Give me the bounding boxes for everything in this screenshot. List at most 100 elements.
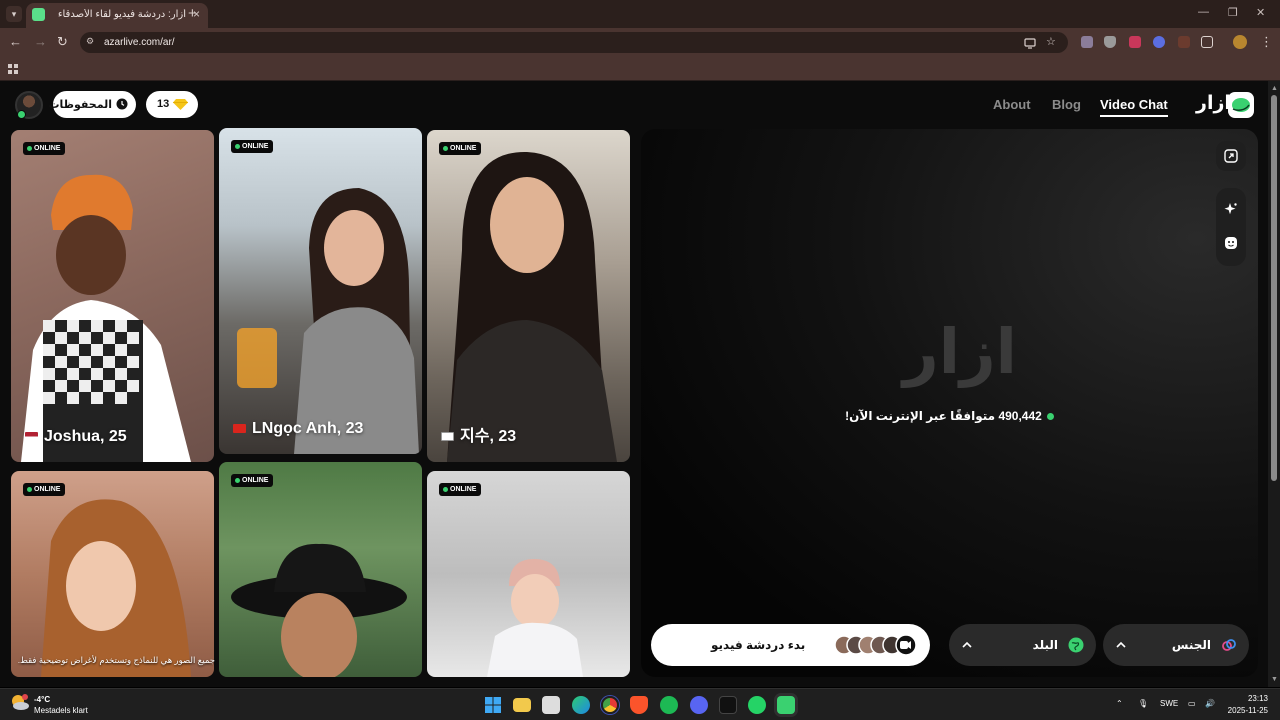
new-tab-button[interactable]: + [188,5,197,22]
profile-photo [231,543,407,677]
keyboard-language[interactable]: SWE [1160,699,1178,708]
video-chat-panel: ازار 490,442 متوافقًا عبر الإنترنت الآن! [641,129,1258,677]
sparkle-effects-icon[interactable] [1224,202,1238,216]
weather-moon-cloud-icon [12,694,29,710]
windows-taskbar: -4°C Mestadels klart ⌃ 🎙 SWE ▭ 🔊 23:13 2… [0,688,1280,720]
maximize-button[interactable]: ❐ [1228,6,1238,19]
online-users-count: 490,442 متوافقًا عبر الإنترنت الآن! [641,409,1258,423]
profile-card[interactable]: ONLINE Joshua, 25 [11,130,214,462]
windows-start-icon[interactable] [484,696,502,714]
weather-desc: Mestadels klart [34,706,88,715]
page-scrollbar[interactable]: ▲ ▼ [1268,81,1280,687]
nav-video-chat[interactable]: Video Chat [1100,97,1168,117]
country-filter[interactable]: البلد [949,624,1096,666]
spotify-icon[interactable] [660,696,678,714]
brave-icon[interactable] [630,696,648,714]
gender-filter[interactable]: الجنس [1103,624,1249,666]
profile-photo [447,151,617,462]
online-dot-icon [1046,413,1054,421]
network-icon[interactable]: ▭ [1188,699,1196,708]
online-badge: ONLINE [439,483,482,496]
discord-icon[interactable] [690,696,708,714]
user-avatar[interactable] [15,91,43,119]
minimize-button[interactable]: — [1198,6,1209,18]
profile-name: Joshua, 25 [25,428,127,446]
nav-about[interactable]: About [993,97,1031,112]
favicon-icon [32,8,45,21]
saved-button[interactable]: المحفوظات [48,91,136,118]
tab-search-button[interactable]: ▾ [6,6,22,22]
azar-app-icon[interactable] [777,696,795,714]
site-info-icon[interactable]: ⚙ [86,36,98,48]
system-clock[interactable]: 23:13 2025-11-25 [1228,693,1268,717]
profile-avatar-icon[interactable] [1233,35,1247,49]
users-avatar-stack [834,634,918,660]
profile-photo [41,499,191,677]
start-video-chat-button[interactable]: بدء دردشة فيديو [651,624,930,666]
saved-label: المحفوظات [48,99,112,111]
cast-icon[interactable] [1024,36,1036,49]
country-filter-label: البلد [1032,638,1058,652]
vn-flag-icon [233,424,246,434]
clock-icon [116,98,128,110]
profile-photo [487,559,583,677]
online-badge: ONLINE [23,142,66,155]
face-filter-icon[interactable] [1224,236,1238,250]
edge-icon[interactable] [572,696,590,714]
profile-photo [237,188,419,454]
whatsapp-icon[interactable] [748,696,766,714]
fullscreen-button[interactable] [1216,141,1246,171]
tab-title: أزار: دردشة فيديو لقاء الأصدقاء [58,9,186,20]
azar-logo-icon[interactable] [1228,92,1254,118]
online-badge: ONLINE [23,483,66,496]
nav-blog[interactable]: Blog [1052,97,1081,112]
address-bar[interactable]: ⚙ azarlive.com/ar/ ☆ [80,32,1068,53]
forward-icon[interactable]: → [34,34,47,49]
scrollbar-thumb[interactable] [1271,95,1277,481]
profile-card[interactable]: ONLINE [427,471,630,677]
gems-button[interactable]: 13 [146,91,198,118]
menu-dots-icon[interactable]: ⋮ [1260,34,1273,50]
start-video-chat-label: بدء دردشة فيديو [711,638,806,652]
close-window-button[interactable]: ✕ [1256,6,1265,19]
microphone-icon[interactable]: 🎙 [1138,699,1148,708]
profile-photo [21,174,191,462]
apps-grid-icon[interactable] [8,62,19,80]
tray-chevron-icon[interactable]: ⌃ [1116,699,1123,708]
scroll-down-icon[interactable]: ▼ [1271,676,1278,683]
browser-toolbar: ← → ↻ ⚙ azarlive.com/ar/ ☆ ⋮ [0,28,1280,56]
back-icon[interactable]: ← [9,34,22,49]
effects-toolbar [1216,188,1246,266]
online-status-dot [17,110,26,119]
clock-time: 23:13 [1247,694,1268,703]
url-text: azarlive.com/ar/ [104,37,175,48]
profile-card[interactable]: ONLINE [11,471,214,677]
profile-name: LNgọc Anh, 23 [233,420,363,438]
browser-tab[interactable]: أزار: دردشة فيديو لقاء الأصدقاء × [26,3,208,28]
store-icon[interactable] [542,696,560,714]
chrome-icon[interactable] [601,696,619,714]
tiktok-icon[interactable] [719,696,737,714]
brand-wordmark[interactable]: ازار [1196,92,1231,115]
gem-icon [173,99,188,110]
online-badge: ONLINE [231,140,274,153]
bookmark-star-icon[interactable]: ☆ [1046,35,1058,48]
volume-icon[interactable]: 🔊 [1205,699,1215,708]
globe-icon [1068,637,1084,658]
profile-card[interactable]: ONLINE LNgọc Anh, 23 [219,128,422,454]
profile-card[interactable]: ONLINE 지수, 23 [427,130,630,462]
file-explorer-icon[interactable] [513,698,531,712]
extension-icon[interactable] [1081,36,1093,48]
scroll-up-icon[interactable]: ▲ [1271,85,1278,92]
reload-icon[interactable]: ↻ [57,34,68,50]
online-badge: ONLINE [439,142,482,155]
profile-card[interactable]: ONLINE [219,462,422,677]
notification-extension-icon[interactable] [1129,36,1141,48]
gems-count: 13 [157,98,170,110]
extensions-puzzle-icon[interactable] [1201,36,1213,48]
weather-widget[interactable]: -4°C Mestadels klart [10,693,88,716]
vpn-extension-icon[interactable] [1153,36,1165,48]
shield-extension-icon[interactable] [1104,36,1116,48]
audio-extension-icon[interactable] [1178,36,1190,48]
azar-watermark-logo: ازار [903,318,1019,387]
